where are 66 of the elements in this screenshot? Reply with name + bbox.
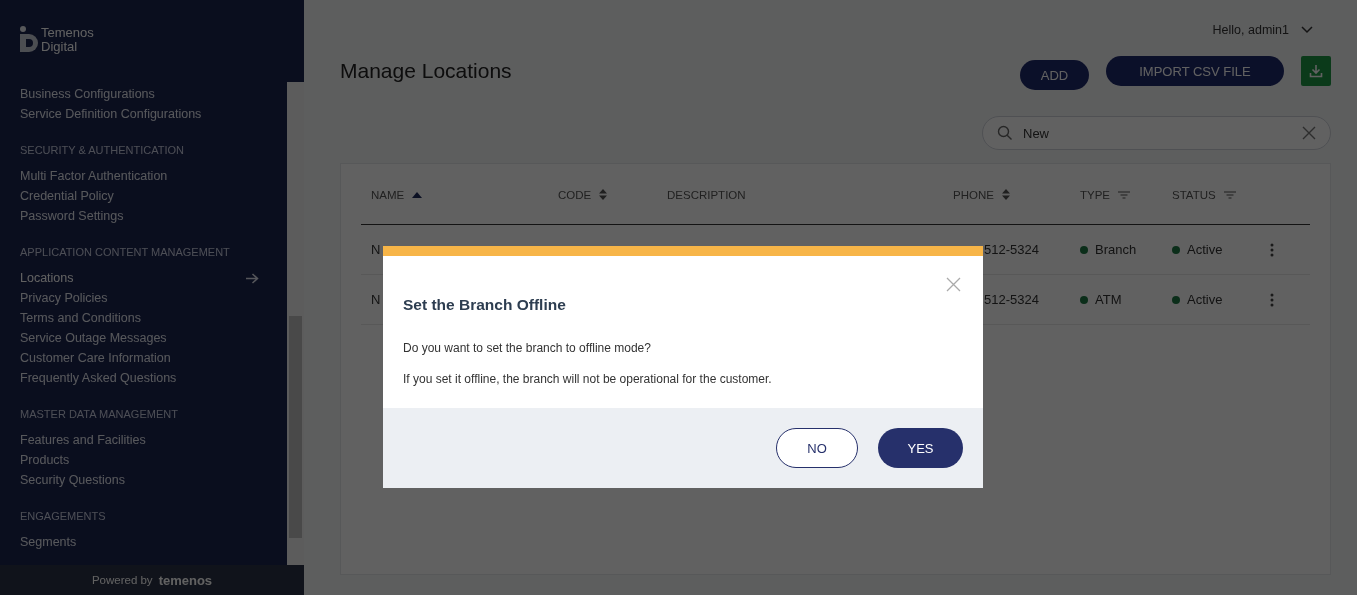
search-field[interactable]: New: [982, 116, 1331, 150]
nav-item[interactable]: Security Questions: [20, 470, 287, 490]
table-cell: 512-5324: [984, 242, 1039, 257]
nav-heading: SECURITY & AUTHENTICATION: [20, 144, 185, 156]
download-icon: [1309, 64, 1323, 78]
nav-item[interactable]: Features and Facilities: [20, 430, 287, 450]
nav-item[interactable]: Frequently Asked Questions: [20, 368, 287, 388]
close-icon[interactable]: [1302, 126, 1316, 140]
status-dot-icon: [1080, 245, 1088, 254]
column-header[interactable]: DESCRIPTION: [667, 188, 746, 201]
powered-by-text: Powered by: [91, 574, 153, 586]
sort-icon[interactable]: [1001, 189, 1010, 200]
table-cell: ATM: [1095, 292, 1122, 307]
more-options-icon[interactable]: [1270, 292, 1274, 307]
user-greeting[interactable]: Hello, admin1: [1212, 23, 1289, 37]
nav-heading: APPLICATION CONTENT MANAGEMENT: [20, 246, 231, 258]
search-icon: [997, 125, 1013, 141]
table-cell: N: [371, 292, 381, 307]
dialog-title: Set the Branch Offline: [403, 296, 567, 314]
action-button[interactable]: IMPORT CSV FILE: [1106, 56, 1284, 86]
status-dot-icon: [1080, 295, 1088, 304]
nav-item[interactable]: Privacy Policies: [20, 288, 287, 308]
logo-icon: [20, 26, 38, 52]
nav-item[interactable]: Products: [20, 450, 287, 470]
status-dot-icon: [1172, 245, 1180, 254]
nav-item[interactable]: Multi Factor Authentication: [20, 166, 287, 186]
arrow-right-icon: [246, 272, 259, 284]
nav-item[interactable]: Service Definition Configurations: [20, 104, 287, 124]
nav-item[interactable]: Credential Policy: [20, 186, 287, 206]
column-header[interactable]: CODE: [558, 188, 592, 201]
column-header[interactable]: PHONE: [953, 188, 994, 201]
brand-logo-text: temenos: [158, 572, 213, 588]
dialog-message: If you set it offline, the branch will not be operational for the customer.: [403, 372, 773, 386]
table-cell: Branch: [1095, 242, 1137, 257]
nav-item[interactable]: Terms and Conditions: [20, 308, 287, 328]
chevron-down-icon[interactable]: [1301, 26, 1313, 34]
nav-item[interactable]: Service Outage Messages: [20, 328, 287, 348]
nav-item[interactable]: Locations: [20, 268, 287, 288]
close-icon[interactable]: [946, 277, 961, 292]
nav-heading: ENGAGEMENTS: [20, 510, 107, 522]
logo-text: Temenos: [41, 26, 94, 40]
column-header[interactable]: STATUS: [1172, 188, 1216, 201]
nav-item[interactable]: Business Configurations: [20, 84, 287, 104]
nav-item[interactable]: Segments: [20, 532, 287, 552]
table-cell: N: [371, 242, 381, 257]
action-button[interactable]: ADD: [1020, 60, 1089, 90]
filter-icon[interactable]: [1118, 190, 1131, 199]
logo-text: Digital: [41, 40, 79, 54]
page-title: Manage Locations: [340, 59, 512, 83]
column-header[interactable]: TYPE: [1080, 188, 1111, 201]
sort-icon[interactable]: [599, 189, 608, 200]
table-cell: 512-5324: [984, 292, 1039, 307]
sort-ascending-icon[interactable]: [412, 191, 423, 198]
dialog-message: Do you want to set the branch to offline mode?: [403, 341, 652, 355]
nav-item[interactable]: Customer Care Information: [20, 348, 287, 368]
column-header[interactable]: NAME: [371, 188, 405, 201]
download-button[interactable]: [1301, 56, 1331, 86]
table-cell: Active: [1187, 292, 1223, 307]
table-cell: Active: [1187, 242, 1223, 257]
status-dot-icon: [1172, 295, 1180, 304]
more-options-icon[interactable]: [1270, 242, 1274, 257]
dialog-button[interactable]: YES: [878, 428, 963, 468]
nav-heading: MASTER DATA MANAGEMENT: [20, 408, 179, 420]
filter-icon[interactable]: [1223, 190, 1236, 199]
nav-item[interactable]: Password Settings: [20, 206, 287, 226]
dialog-button[interactable]: NO: [776, 428, 858, 468]
